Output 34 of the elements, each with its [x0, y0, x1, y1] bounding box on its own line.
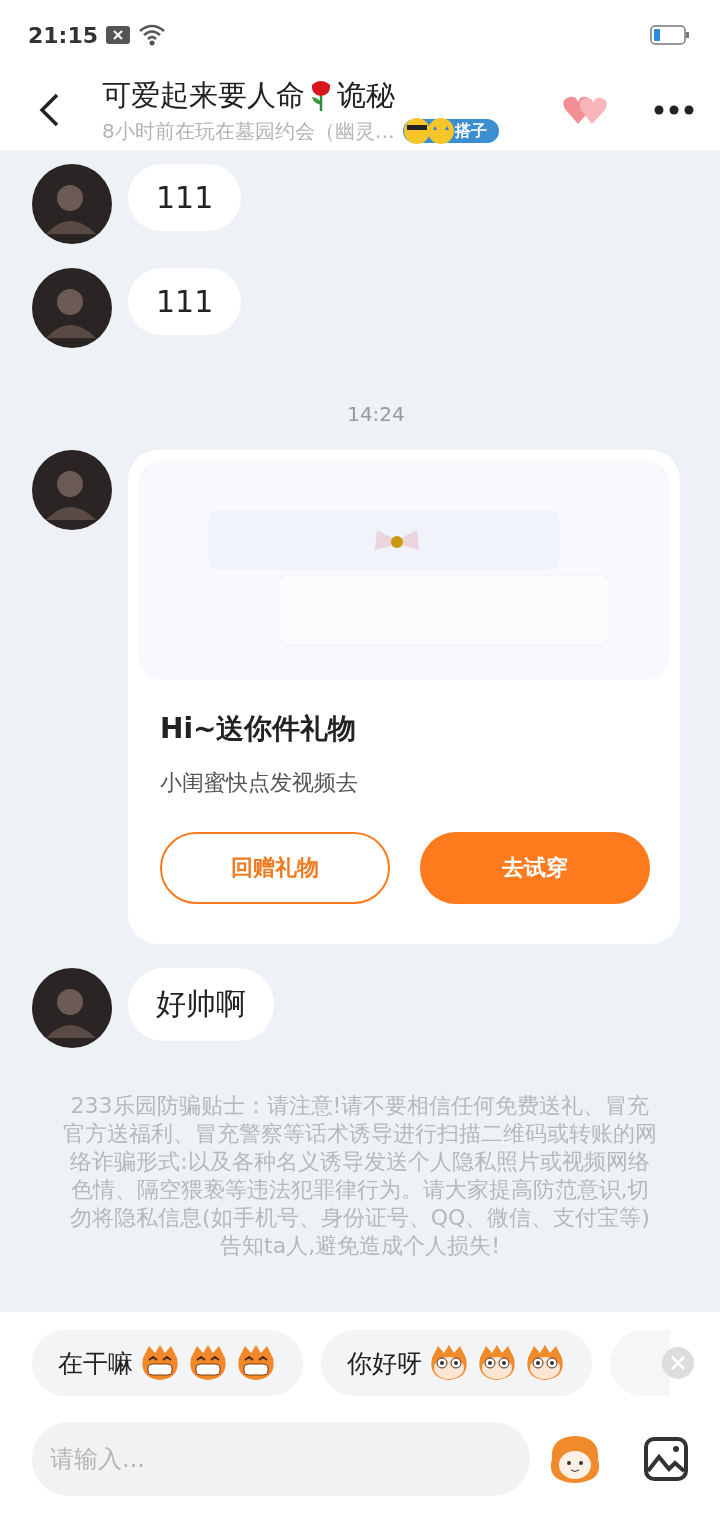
surprised-emoji-icon [428, 1344, 470, 1382]
gift-message: 小闺蜜快点发视频去 [160, 769, 359, 797]
message-bubble: 111 [128, 268, 242, 335]
notification-icon [106, 26, 131, 44]
avatar[interactable] [32, 968, 112, 1048]
avatar[interactable] [32, 164, 112, 244]
grin-emoji-icon [139, 1344, 181, 1382]
image-icon[interactable] [644, 1437, 688, 1481]
rose-icon [309, 78, 333, 113]
message-bubble: 好帅啊 [128, 968, 274, 1041]
quick-reply-chip[interactable]: 在干嘛 [32, 1330, 303, 1396]
emoji-icon [402, 117, 455, 145]
message-bubble: 111 [128, 164, 242, 231]
back-icon[interactable] [38, 92, 60, 128]
quick-reply-chip[interactable]: 你好呀 [321, 1330, 592, 1396]
message-input[interactable]: 请输入... [32, 1422, 530, 1496]
avatar[interactable] [32, 450, 112, 530]
partner-badge: 搭子 [402, 119, 499, 143]
gift-title: Hi~送你件礼物 [160, 711, 358, 747]
status-time: 21:15 [28, 22, 99, 48]
close-icon [671, 1356, 685, 1370]
avatar[interactable] [32, 268, 112, 348]
activity-status: 8小时前在玩在墓园约会（幽灵… [102, 117, 395, 145]
anti-fraud-tip: 233乐园防骗贴士：请注意!请不要相信任何免费送礼、冒充官方送福利、冒充警察等话术诱导进行扫描二维码或转账的网络诈骗形式:以及各种名义诱导发送个人隐私照片或视频网络色情、隔空猥亵等违法犯罪律行为。请大家提高防范意识,切勿将隐私信息(如手机号、身份证号、QQ、微信、支付宝等)告知ta人,避免造成个人损失! [62, 1092, 658, 1260]
message-time: 14:24 [347, 402, 405, 426]
chat-title: 可爱起来要人命 [102, 76, 305, 114]
more-icon[interactable] [654, 105, 694, 115]
battery-icon [650, 25, 690, 45]
chat-title: 诡秘 [337, 76, 395, 114]
wifi-icon [138, 24, 167, 46]
surprised-emoji-icon [476, 1344, 518, 1382]
grin-emoji-icon [235, 1344, 277, 1382]
surprised-emoji-icon [524, 1344, 566, 1382]
grin-emoji-icon [187, 1344, 229, 1382]
